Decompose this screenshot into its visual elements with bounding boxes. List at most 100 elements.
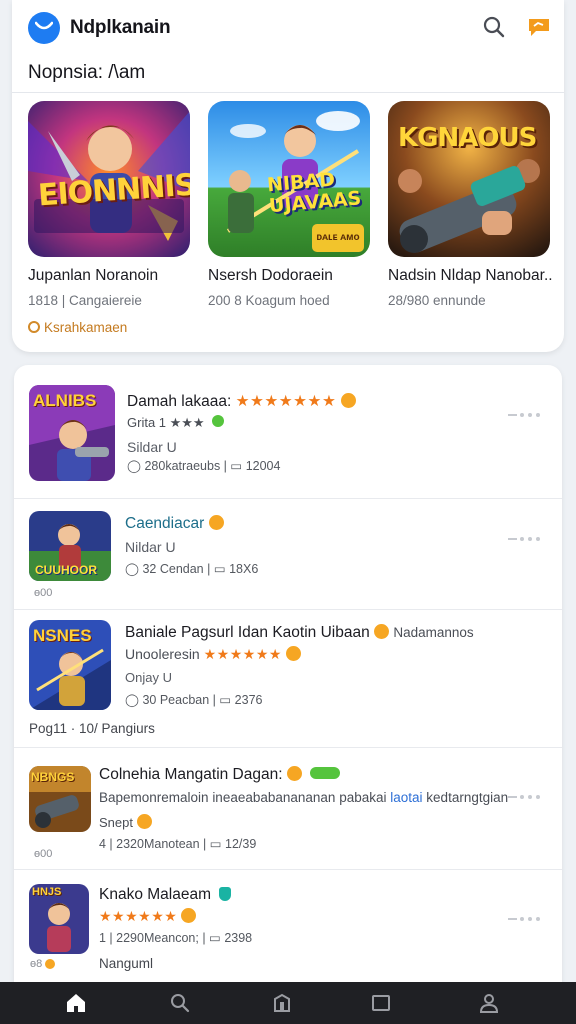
game-subtitle: Unooleresin ★★★★★★: [125, 646, 301, 663]
featured-banner-text: NIBAD UJAVAAS: [266, 168, 363, 218]
game-icon[interactable]: ALNIBS: [29, 385, 115, 481]
list-item[interactable]: CUUHOOR Caendiacar Nildar U ◯ 32 Cendan …: [14, 499, 562, 610]
game-description-text: Bapemonremaloin ineaeababanananan pabaka…: [99, 790, 387, 805]
badge-icon: [310, 767, 341, 779]
divider: [12, 92, 564, 93]
game-description-link[interactable]: laotai: [390, 790, 422, 805]
list-item[interactable]: ALNIBS Damah lakaaa: ★★★★★★★ Grita 1 ★★★…: [14, 365, 562, 499]
row-footnote: Nanguml: [99, 956, 154, 971]
more-options-icon[interactable]: [508, 408, 548, 422]
list-item[interactable]: NBNGS Colnehia Mangatin Dagan: Bapemonre…: [14, 748, 562, 870]
list-item[interactable]: HNJS Knako Malaeam ★★★★★★ 1 | 2290Meanco…: [14, 870, 562, 985]
featured-thumbnail[interactable]: EIONNNIS: [28, 101, 190, 257]
badge-icon: [212, 415, 225, 427]
more-options-icon[interactable]: [508, 532, 548, 546]
more-options-icon[interactable]: [508, 790, 548, 804]
verified-shield-icon: [219, 887, 232, 901]
medal-icon: [181, 908, 197, 923]
game-status-text: Snept: [99, 815, 133, 830]
chat-notification-icon[interactable]: [526, 14, 552, 40]
medal-icon: [285, 646, 301, 661]
game-icon[interactable]: HNJS: [29, 884, 89, 954]
game-title-text: Damah lakaaa:: [127, 393, 232, 410]
tag-icon: [28, 321, 40, 333]
rating-line: Grita 1 ★★★: [127, 415, 225, 431]
game-meta: 4 | 2320Manotean | ▭ 12/39: [99, 837, 257, 851]
game-subtitle: Nildar U: [125, 539, 176, 555]
game-title-text: Caendiacar: [125, 515, 205, 532]
profile-icon[interactable]: [477, 991, 501, 1015]
featured-badge: ᴅᴀʟᴇ ᴀᴍᴏ: [312, 224, 364, 252]
more-options-icon[interactable]: [508, 912, 548, 926]
featured-meta: 1818 | Cangaiereie: [28, 293, 142, 308]
rating-line: ★★★★★★: [99, 908, 197, 925]
medal-icon: [374, 624, 390, 639]
row-status: ɵ00: [34, 848, 53, 860]
list-item[interactable]: NSNES Baniale Pagsurl Idan Kaotin Uibaan…: [14, 610, 562, 748]
featured-meta: 28/980 ennunde: [388, 293, 486, 308]
featured-name[interactable]: Nsersh Dodoraein: [208, 267, 333, 285]
medal-icon: [136, 814, 152, 829]
game-meta: ◯ 30 Peacban | ▭ 2376: [125, 693, 263, 707]
game-icon-label: ALNIBS: [33, 391, 97, 410]
app-title: Ndplkanain: [70, 17, 171, 38]
apps-icon[interactable]: [270, 991, 294, 1015]
game-icon-label: HNJS: [32, 886, 62, 898]
game-meta: ◯ 280katraeubs | ▭ 12004: [127, 459, 281, 473]
game-title[interactable]: Knako Malaeam: [99, 886, 232, 904]
game-status: Onjay U: [125, 670, 172, 685]
row-status: ɵ8: [30, 958, 56, 970]
game-title[interactable]: Baniale Pagsurl Idan Kaotin Uibaan Nadam…: [125, 624, 474, 642]
featured-name[interactable]: Nadsin Nldap Nanobar..: [388, 267, 553, 285]
search-icon[interactable]: [481, 14, 507, 40]
game-subtitle: Sildar U: [127, 439, 177, 455]
featured-thumbnail[interactable]: NIBAD UJAVAAS ᴅᴀʟᴇ ᴀᴍᴏ: [208, 101, 370, 257]
app-logo-icon[interactable]: [28, 12, 60, 44]
game-title-text: Colnehia Mangatin Dagan:: [99, 766, 283, 783]
search-icon[interactable]: [168, 991, 192, 1015]
game-title[interactable]: Damah lakaaa: ★★★★★★★: [127, 392, 356, 411]
game-list: ALNIBS Damah lakaaa: ★★★★★★★ Grita 1 ★★★…: [14, 365, 562, 985]
featured-banner-text: KGNAOUS: [398, 123, 537, 153]
featured-game-2[interactable]: NIBAD UJAVAAS ᴅᴀʟᴇ ᴀᴍᴏ Nsersh Dodoraein …: [208, 101, 370, 308]
featured-thumbnail[interactable]: KGNAOUS: [388, 101, 550, 257]
game-description-tail: kedtarngtgian: [426, 790, 509, 805]
game-title-text: Knako Malaeam: [99, 886, 212, 903]
game-subtitle-text: Unooleresin: [125, 646, 200, 662]
game-description: Bapemonremaloin ineaeababanananan pabaka…: [99, 790, 508, 805]
featured-meta: 200 8 Koagum hoed: [208, 293, 330, 308]
game-icon-label: NSNES: [33, 626, 92, 645]
rating-stars: ★★★★★★: [99, 908, 178, 924]
library-icon[interactable]: [369, 991, 393, 1015]
game-icon-label: CUUHOOR: [35, 563, 97, 577]
game-status: Snept: [99, 814, 152, 830]
featured-footer-label: Ksrahkamaen: [44, 320, 128, 335]
game-title[interactable]: Colnehia Mangatin Dagan:: [99, 766, 341, 784]
medal-icon: [208, 515, 224, 530]
game-icon[interactable]: CUUHOOR: [29, 511, 111, 581]
featured-footer-link[interactable]: Ksrahkamaen: [28, 320, 127, 335]
row-footnote: Pog11 · 10/ Pangiurs: [29, 721, 155, 736]
game-meta: 1 | 2290Meancon; | ▭ 2398: [99, 931, 253, 945]
featured-game-3[interactable]: KGNAOUS Nadsin Nldap Nanobar.. 28/980 en…: [388, 101, 553, 308]
game-title-text: Baniale Pagsurl Idan Kaotin Uibaan: [125, 624, 370, 641]
game-icon-label: NBNGS: [31, 770, 75, 784]
bottom-navigation: [0, 982, 576, 1024]
rating-stars: ★★★★★★★: [235, 393, 337, 410]
medal-icon: [286, 766, 302, 781]
row-status-text: ɵ8: [30, 958, 43, 970]
row-status: ɵ00: [34, 587, 53, 599]
game-title-tail: Nadamannos: [393, 625, 474, 640]
game-icon[interactable]: NSNES: [29, 620, 111, 710]
game-title[interactable]: Caendiacar: [125, 515, 224, 533]
rating-stars: ★★★★★★: [203, 646, 282, 662]
medal-icon: [340, 393, 356, 408]
featured-game-1[interactable]: EIONNNIS Jupanlan Noranoin 1818 | Cangai…: [28, 101, 190, 308]
game-icon[interactable]: NBNGS: [29, 766, 91, 832]
medal-icon: [45, 959, 56, 969]
rating-line-text: Grita 1 ★★★: [127, 415, 205, 430]
featured-name[interactable]: Jupanlan Noranoin: [28, 267, 158, 285]
game-meta: ◯ 32 Cendan | ▭ 18X6: [125, 562, 259, 576]
home-icon[interactable]: [64, 991, 88, 1015]
featured-card: Ndplkanain Nopnsia: /\am EIONNNIS Jupanl…: [12, 0, 564, 352]
